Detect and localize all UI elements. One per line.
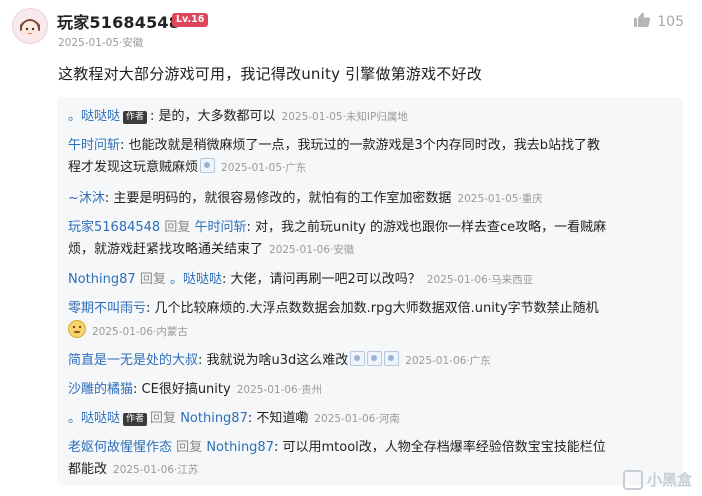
watermark-text: 小黑盒: [646, 471, 692, 489]
reply-username[interactable]: Nothing87: [68, 272, 136, 287]
post-date: 2025-01-05: [58, 37, 120, 49]
reply-username[interactable]: 简直是一无是处的大叔: [68, 353, 198, 368]
reply-target[interactable]: Nothing87: [180, 411, 248, 426]
heybox-logo-icon: [622, 469, 643, 490]
reply-text: : 不知道嘞: [247, 411, 309, 426]
author-tag: 作者: [123, 413, 148, 426]
post-location: 安徽: [122, 37, 144, 49]
reply-username[interactable]: 。哒哒哒: [68, 109, 120, 124]
reply-meta: 2025-01-06·贵州: [236, 384, 323, 396]
reply-text: : 几个比较麻烦的.大浮点数数据会加数.rpg大师数据双倍.unity字节数禁止…: [146, 301, 599, 316]
reply-meta: 2025-01-06·广东: [405, 355, 491, 367]
reply-item: 午时问斩: 也能改就是稍微麻烦了一点，我玩过的一款游戏是3个内存同时改，我去b站…: [68, 135, 678, 179]
reply-word: 回复: [139, 272, 166, 287]
reply-word: 回复: [164, 220, 191, 235]
reply-word: 回复: [176, 440, 203, 455]
reply-username[interactable]: ~沐沐: [68, 191, 105, 206]
watermark: 小黑盒: [622, 469, 692, 490]
reply-item: Nothing87 回复 。哒哒哒: 大佬，请问再刷一吧2可以改吗？ 2025-0…: [68, 269, 533, 291]
reply-text: : CE很好搞unity: [133, 382, 231, 397]
emoji-icon: [384, 351, 400, 366]
reply-text: : 主要是明码的，就很容易修改的，就怕有的工作室加密数据: [104, 191, 452, 206]
reply-list: 。哒哒哒 作者: 是的，大多数都可以 2025-01-05·未知IP归属地 午时问斩…: [57, 97, 683, 485]
reply-item: 零期不叫雨亏: 几个比较麻烦的.大浮点数数据会加数.rpg大师数据双倍.unit…: [68, 298, 678, 343]
emoji-icon: [350, 351, 366, 366]
emoji-face-icon: [68, 320, 86, 338]
reply-text-cont: 都能改: [68, 462, 108, 477]
author-tag: 作者: [123, 111, 148, 124]
reply-meta: 2025-01-05·未知IP归属地: [281, 111, 408, 123]
reply-item: 简直是一无是处的大叔: 我就说为啥u3d这么难改 2025-01-06·广东: [68, 350, 491, 372]
level-badge: Lv.16: [172, 13, 209, 27]
reply-item: 老妪何故惺惺作态 回复 Nothing87: 可以用mtool改，人物全存档爆率…: [68, 437, 678, 481]
reply-username[interactable]: 午时问斩: [68, 138, 120, 153]
reply-target[interactable]: Nothing87: [206, 440, 274, 455]
reply-meta: 2025-01-05·广东: [221, 162, 307, 174]
reply-meta: 2025-01-06·马来西亚: [426, 274, 534, 286]
reply-meta: 2025-01-06·河南: [314, 413, 400, 425]
reply-meta: 2025-01-05·重庆: [457, 193, 543, 205]
reply-text: : 是的，大多数都可以: [150, 109, 276, 124]
reply-meta: 2025-01-06·安徽: [269, 244, 355, 256]
like-count: 105: [657, 14, 684, 30]
reply-target[interactable]: 。哒哒哒: [170, 272, 222, 287]
avatar[interactable]: [12, 8, 48, 44]
reply-username[interactable]: 沙雕的橘猫: [68, 382, 133, 397]
reply-text: : 大佬，请问再刷一吧2可以改吗？: [221, 272, 421, 287]
reply-meta: 2025-01-06·江苏: [113, 464, 199, 476]
reply-target[interactable]: 午时问斩: [194, 220, 246, 235]
post-text: 这教程对大部分游戏可用，我记得改unity 引擎做第游戏不好改: [58, 65, 482, 83]
reply-item: ~沐沐: 主要是明码的，就很容易修改的，就怕有的工作室加密数据 2025-01-0…: [68, 188, 543, 210]
reply-item: 玩家51684548 回复 午时问斩: 对，我之前玩unity 的游戏也跟你一样…: [68, 217, 678, 261]
like-button[interactable]: 105: [633, 12, 684, 32]
reply-item: 。哒哒哒 作者 回复 Nothing87: 不知道嘞 2025-01-06·河南: [68, 408, 400, 430]
reply-username[interactable]: 。哒哒哒: [68, 411, 120, 426]
reply-text-cont: 烦，就游戏赶紧找攻略通关结束了: [68, 242, 264, 257]
thumbs-up-icon: [633, 12, 651, 32]
reply-text: : 我就说为啥u3d这么难改: [198, 353, 349, 368]
reply-item: 。哒哒哒 作者: 是的，大多数都可以 2025-01-05·未知IP归属地: [68, 106, 408, 128]
post-meta: 2025-01-05·安徽: [58, 35, 143, 50]
username[interactable]: 玩家51684548: [57, 9, 180, 33]
emoji-icon: [200, 158, 216, 173]
reply-username[interactable]: 玩家51684548: [68, 220, 160, 235]
emoji-icon: [367, 351, 383, 366]
reply-word: 回复: [150, 411, 177, 426]
reply-username[interactable]: 零期不叫雨亏: [68, 301, 146, 316]
reply-item: 沙雕的橘猫: CE很好搞unity 2025-01-06·贵州: [68, 379, 322, 401]
reply-username[interactable]: 老妪何故惺惺作态: [68, 440, 172, 455]
reply-text-cont: 程才发现这玩意贼麻烦: [68, 160, 199, 175]
reply-text: : 对，我之前玩unity 的游戏也跟你一样去查ce攻略，一看贼麻: [246, 220, 607, 235]
reply-text: : 也能改就是稍微麻烦了一点，我玩过的一款游戏是3个内存同时改，我去b站找了教: [120, 138, 601, 153]
reply-text: : 可以用mtool改，人物全存档爆率经验倍数宝宝技能栏位: [273, 440, 606, 455]
reply-meta: 2025-01-06·内蒙古: [92, 326, 188, 338]
